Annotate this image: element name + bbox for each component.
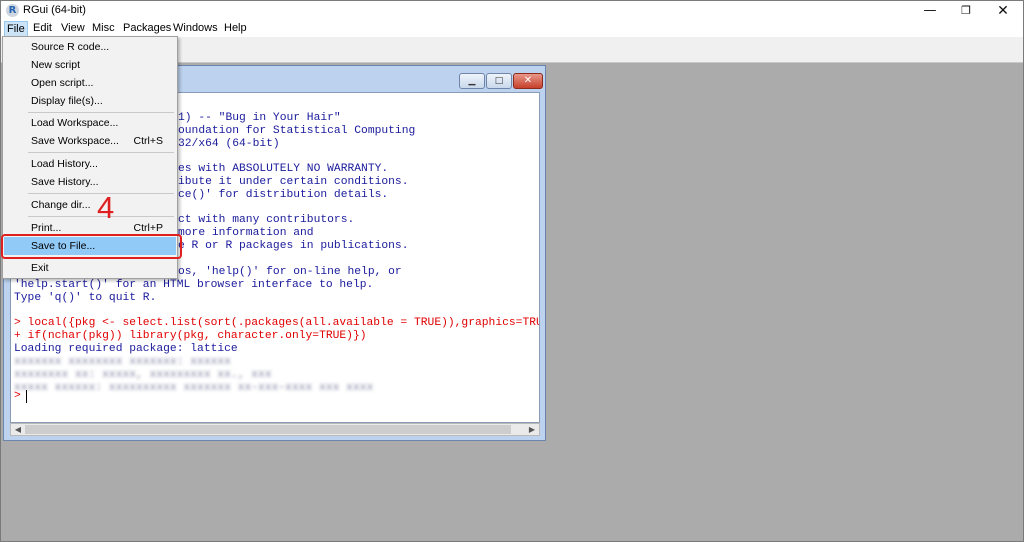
menu-item-label: Change dir... xyxy=(31,199,91,211)
console-redacted-line: xxxxx xxxxxx: xxxxxxxxxx xxxxxxx xx-xxx-… xyxy=(14,382,374,394)
rgui-main-window: R RGui (64-bit) — ❐ ✕ File Edit View Mis… xyxy=(0,0,1024,542)
scroll-right-arrow-icon[interactable]: ▶ xyxy=(526,424,538,435)
console-line: ce()' for distribution details. xyxy=(178,189,389,201)
console-line: es with ABSOLUTELY NO WARRANTY. xyxy=(178,163,389,175)
minimize-button[interactable]: — xyxy=(913,1,947,21)
menu-item-new-script[interactable]: New script xyxy=(4,56,176,74)
menu-item-shortcut: Ctrl+P xyxy=(133,222,163,234)
menu-item-label: Display file(s)... xyxy=(31,95,103,107)
console-close-button[interactable]: ✕ xyxy=(513,73,543,89)
menu-item-label: Open script... xyxy=(31,77,94,89)
menu-item-label: Print... xyxy=(31,222,62,234)
console-line: Loading required package: lattice xyxy=(14,343,238,355)
console-line: oundation for Statistical Computing xyxy=(178,125,416,137)
menu-item-source-r-code[interactable]: Source R code... xyxy=(4,38,176,56)
console-minimize-button[interactable]: ▁ xyxy=(459,73,485,89)
menu-item-label: Load Workspace... xyxy=(31,117,119,129)
console-prompt: > xyxy=(14,390,21,402)
title-bar[interactable]: R RGui (64-bit) — ❐ ✕ xyxy=(1,1,1023,21)
console-line: 'help.start()' for an HTML browser inter… xyxy=(14,279,374,291)
menu-item-save-history[interactable]: Save History... xyxy=(4,173,176,191)
menu-item-display-files[interactable]: Display file(s)... xyxy=(4,92,176,110)
restore-button[interactable]: ❐ xyxy=(949,1,983,21)
menu-separator xyxy=(28,112,174,113)
menu-item-label: Save History... xyxy=(31,176,99,188)
menu-bar: File Edit View Misc Packages Windows Hel… xyxy=(1,21,1023,37)
console-line: os, 'help()' for on-line help, or xyxy=(178,266,402,278)
text-cursor xyxy=(26,390,27,403)
menu-item-exit[interactable]: Exit xyxy=(4,259,176,277)
console-line: Type 'q()' to quit R. xyxy=(14,292,157,304)
console-input-line: + if(nchar(pkg)) library(pkg, character.… xyxy=(14,330,367,342)
r-logo-icon: R xyxy=(6,4,19,17)
console-maximize-button[interactable]: □ xyxy=(486,73,512,89)
step-highlight-box xyxy=(1,234,182,259)
menu-item-label: Save Workspace... xyxy=(31,135,119,147)
menu-item-shortcut: Ctrl+S xyxy=(133,135,163,147)
scrollbar-thumb[interactable] xyxy=(25,425,511,434)
step-number-label: 4 xyxy=(97,190,115,225)
console-redacted-line: xxxxxxx xxxxxxxx xxxxxxx: xxxxxx xyxy=(14,356,231,368)
menu-item-change-dir[interactable]: Change dir... xyxy=(4,196,176,214)
horizontal-scrollbar[interactable]: ◀ ▶ xyxy=(10,423,540,436)
menu-file[interactable]: File xyxy=(4,21,28,37)
menu-separator xyxy=(28,152,174,153)
menu-item-open-script[interactable]: Open script... xyxy=(4,74,176,92)
menu-item-label: New script xyxy=(31,59,81,71)
menu-item-load-history[interactable]: Load History... xyxy=(4,155,176,173)
console-line: 32/x64 (64-bit) xyxy=(178,138,280,150)
console-line: 1) -- "Bug in Your Hair" xyxy=(178,112,341,124)
console-line: more information and xyxy=(178,227,314,239)
menu-view[interactable]: View xyxy=(59,22,87,34)
menu-item-save-workspace[interactable]: Save Workspace... Ctrl+S xyxy=(4,132,176,150)
app-title: RGui (64-bit) xyxy=(23,4,86,16)
menu-windows[interactable]: Windows xyxy=(171,22,220,34)
console-line: e R or R packages in publications. xyxy=(178,240,409,252)
close-button[interactable]: ✕ xyxy=(986,1,1020,21)
menu-item-load-workspace[interactable]: Load Workspace... xyxy=(4,114,176,132)
menu-misc[interactable]: Misc xyxy=(90,22,117,34)
menu-packages[interactable]: Packages xyxy=(121,22,173,34)
console-redacted-line: xxxxxxxx xx: xxxxx, xxxxxxxxx xx., xxx xyxy=(14,369,272,381)
console-input-line: > local({pkg <- select.list(sort(.packag… xyxy=(14,317,540,329)
scroll-left-arrow-icon[interactable]: ◀ xyxy=(12,424,24,435)
console-line: ibute it under certain conditions. xyxy=(178,176,409,188)
console-line: ct with many contributors. xyxy=(178,214,355,226)
menu-item-label: Load History... xyxy=(31,158,98,170)
menu-help[interactable]: Help xyxy=(222,22,249,34)
menu-edit[interactable]: Edit xyxy=(31,22,54,34)
menu-item-label: Source R code... xyxy=(31,41,110,53)
menu-item-label: Exit xyxy=(31,262,49,274)
